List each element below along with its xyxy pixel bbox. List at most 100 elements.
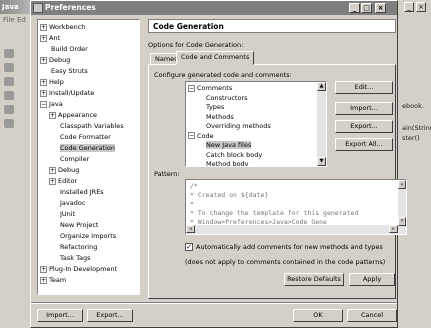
pattern-textarea[interactable]: ▲ ▼ ◀ ▶ /* * Created on ${date} * * To c… bbox=[185, 179, 407, 235]
scroll-up-icon[interactable]: ▲ bbox=[398, 180, 406, 189]
tree-item[interactable]: + Debug bbox=[49, 165, 79, 175]
ok-button[interactable]: OK bbox=[293, 309, 343, 322]
tree-item[interactable]: + Debug bbox=[40, 55, 70, 65]
collapse-icon[interactable]: − bbox=[188, 84, 195, 92]
configure-label: Configure generated code and comments: bbox=[154, 71, 292, 79]
side-tool-icon[interactable] bbox=[4, 49, 14, 58]
tree-item[interactable]: + Editor bbox=[49, 176, 77, 186]
minimize-icon[interactable]: _ bbox=[404, 2, 414, 12]
tree-item[interactable]: Code Generation bbox=[49, 143, 115, 153]
scroll-down-icon[interactable]: ▼ bbox=[398, 217, 406, 226]
tree-item[interactable]: JUnit bbox=[49, 209, 75, 219]
tree-item[interactable]: Installed JREs bbox=[49, 187, 104, 197]
tree-item-label: Javadoc bbox=[60, 199, 86, 207]
code-template-label: Comments bbox=[197, 84, 233, 92]
code-template-item[interactable]: New Java files bbox=[206, 140, 252, 150]
expand-icon[interactable]: + bbox=[40, 56, 47, 64]
expand-icon[interactable]: + bbox=[40, 276, 47, 284]
footer-export-button[interactable]: Export... bbox=[87, 309, 133, 322]
tree-item[interactable]: Classpath Variables bbox=[49, 121, 124, 131]
minimize-button[interactable]: _ bbox=[349, 3, 360, 13]
restore-defaults-button[interactable]: Restore Defaults bbox=[284, 273, 344, 286]
collapse-icon[interactable]: − bbox=[40, 100, 47, 108]
tree-item[interactable]: + Ant bbox=[40, 33, 60, 43]
expand-icon[interactable]: + bbox=[40, 23, 47, 31]
expand-icon[interactable]: + bbox=[49, 166, 56, 174]
edit-button[interactable]: Edit... bbox=[335, 81, 393, 94]
code-template-item[interactable]: Constructors bbox=[206, 93, 248, 103]
cancel-button[interactable]: Cancel bbox=[347, 309, 397, 322]
code-template-item[interactable]: Overriding methods bbox=[206, 121, 271, 131]
scroll-left-icon[interactable]: ◀ bbox=[186, 225, 195, 233]
tree-item[interactable]: Javadoc bbox=[49, 198, 85, 208]
close-icon[interactable]: × bbox=[416, 2, 426, 12]
pattern-vertical-scrollbar[interactable]: ▲ ▼ bbox=[398, 180, 406, 234]
pattern-line: * Window>Preferences>Java>Code Gene bbox=[190, 218, 327, 226]
dialog-title-bar[interactable]: Preferences _ □ × bbox=[31, 1, 397, 15]
tree-item-label: New Project bbox=[60, 221, 99, 229]
tree-item[interactable]: Code Formatter bbox=[49, 132, 111, 142]
auto-comments-label[interactable]: Automatically add comments for new metho… bbox=[196, 243, 383, 251]
code-template-item[interactable]: − Comments bbox=[188, 83, 232, 93]
tree-item[interactable]: New Project bbox=[49, 220, 98, 230]
tree-item-label: Editor bbox=[58, 177, 78, 185]
export-template-button[interactable]: Export... bbox=[335, 120, 393, 133]
editor-text: ster() bbox=[402, 134, 420, 142]
expand-icon[interactable]: + bbox=[49, 177, 56, 185]
export-all-button[interactable]: Export All... bbox=[335, 138, 393, 151]
expand-icon[interactable]: + bbox=[40, 34, 47, 42]
side-tool-icon[interactable] bbox=[4, 119, 14, 128]
tree-item[interactable]: − Java bbox=[40, 99, 63, 109]
expand-icon[interactable]: + bbox=[40, 89, 47, 97]
tree-item[interactable]: + Plug-In Development bbox=[40, 264, 117, 274]
editor-text: ebook. bbox=[402, 102, 424, 110]
tree-item-label: Build Order bbox=[51, 45, 88, 53]
side-tool-icon[interactable] bbox=[4, 91, 14, 100]
code-templates-tree[interactable]: ▲ ▼ − Comments Constructors Types Methods Ove… bbox=[185, 81, 327, 167]
expand-icon[interactable]: + bbox=[40, 78, 47, 86]
workbench-toolbar bbox=[0, 27, 30, 43]
vertical-scrollbar[interactable]: ▲ ▼ bbox=[317, 82, 326, 166]
expand-icon[interactable]: + bbox=[49, 111, 56, 119]
apply-button[interactable]: Apply bbox=[349, 273, 395, 286]
tree-item[interactable]: Easy Struts bbox=[40, 66, 88, 76]
tree-item[interactable]: + Help bbox=[40, 77, 64, 87]
tree-item[interactable]: + Workbench bbox=[40, 22, 85, 32]
tree-item[interactable]: + Team bbox=[40, 275, 66, 285]
scroll-right-icon[interactable]: ▶ bbox=[389, 225, 398, 233]
auto-comments-checkbox[interactable]: ✓ bbox=[185, 243, 193, 251]
pattern-line: * To change the template for this genera… bbox=[190, 209, 359, 217]
editor-text: ain(String bbox=[402, 124, 431, 132]
preferences-tree[interactable]: + Workbench + Ant Build Order + Debug Easy Stru… bbox=[37, 19, 140, 295]
tree-item[interactable]: Refactoring bbox=[49, 242, 97, 252]
maximize-button[interactable]: □ bbox=[361, 3, 372, 13]
tree-item[interactable]: Compiler bbox=[49, 154, 89, 164]
tree-item[interactable]: + Appearance bbox=[49, 110, 97, 120]
collapse-icon[interactable]: − bbox=[188, 132, 195, 139]
tree-item[interactable]: Organize Imports bbox=[49, 231, 116, 241]
scroll-down-icon[interactable]: ▼ bbox=[317, 157, 326, 166]
pattern-line: * bbox=[190, 200, 194, 208]
code-template-item[interactable]: Types bbox=[206, 102, 224, 112]
tree-item-label: Team bbox=[49, 276, 67, 284]
tree-item[interactable]: + Install/Update bbox=[40, 88, 94, 98]
tree-item[interactable]: Build Order bbox=[40, 44, 88, 54]
tree-item-label: Compiler bbox=[60, 155, 90, 163]
side-tool-icon[interactable] bbox=[4, 105, 14, 114]
scroll-up-icon[interactable]: ▲ bbox=[317, 82, 326, 91]
code-template-item[interactable]: Catch block body bbox=[206, 150, 262, 160]
code-template-item[interactable]: Method body bbox=[206, 159, 249, 166]
tree-item[interactable]: Task Tags bbox=[49, 253, 91, 263]
pattern-horizontal-scrollbar[interactable]: ◀ ▶ bbox=[186, 225, 398, 234]
side-tool-icon[interactable] bbox=[4, 63, 14, 72]
preferences-dialog: Preferences _ □ × + Workbench + Ant Build Or… bbox=[30, 0, 407, 328]
code-template-item[interactable]: − Code bbox=[188, 131, 214, 141]
expand-icon[interactable]: + bbox=[40, 265, 47, 273]
tab-code-and-comments[interactable]: Code and Comments bbox=[176, 51, 255, 65]
code-template-item[interactable]: Methods bbox=[206, 112, 234, 122]
tree-item-label: Plug-In Development bbox=[49, 265, 118, 273]
footer-import-button[interactable]: Import... bbox=[37, 309, 83, 322]
close-button[interactable]: × bbox=[375, 3, 386, 13]
import-template-button[interactable]: Import... bbox=[335, 102, 393, 115]
side-tool-icon[interactable] bbox=[4, 77, 14, 86]
